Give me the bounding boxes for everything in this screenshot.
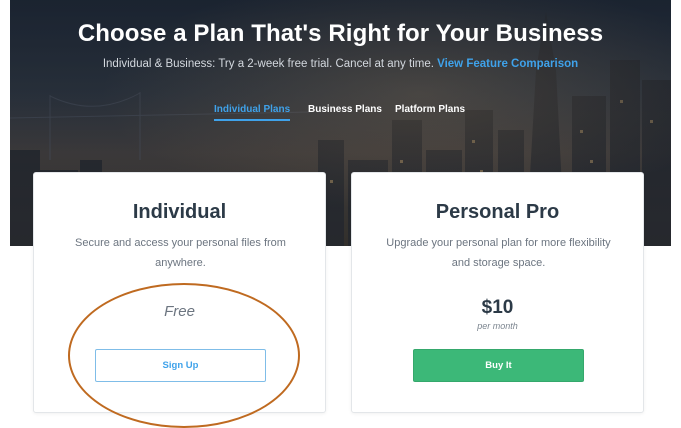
plan-price: $10	[481, 297, 514, 318]
buy-it-button[interactable]: Buy It	[413, 349, 584, 382]
trial-text: Individual & Business: Try a 2-week free…	[102, 58, 434, 70]
plan-tabs: Individual Plans Business Plans Platform…	[0, 104, 681, 128]
plan-card-personal-pro: Personal Pro Upgrade your personal plan …	[351, 172, 644, 413]
tab-business-plans[interactable]: Business Plans	[308, 104, 382, 115]
feature-comparison-link[interactable]: View Feature Comparison	[437, 58, 578, 70]
plan-title: Personal Pro	[435, 201, 560, 223]
tab-individual-plans[interactable]: Individual Plans	[214, 104, 291, 121]
plan-card-individual: Individual Secure and access your person…	[33, 172, 326, 413]
plan-description: Upgrade your personal plan for more flex…	[386, 237, 611, 269]
price-period: per month	[477, 321, 518, 331]
page-title: Choose a Plan That's Right for Your Busi…	[77, 20, 604, 47]
sign-up-button[interactable]: Sign Up	[95, 349, 266, 382]
plan-price: Free	[164, 303, 195, 320]
plan-description: Secure and access your personal files fr…	[75, 237, 286, 269]
plan-title: Individual	[132, 201, 227, 223]
hero-subtitle: Individual & Business: Try a 2-week free…	[0, 58, 681, 70]
tab-platform-plans[interactable]: Platform Plans	[395, 104, 465, 115]
